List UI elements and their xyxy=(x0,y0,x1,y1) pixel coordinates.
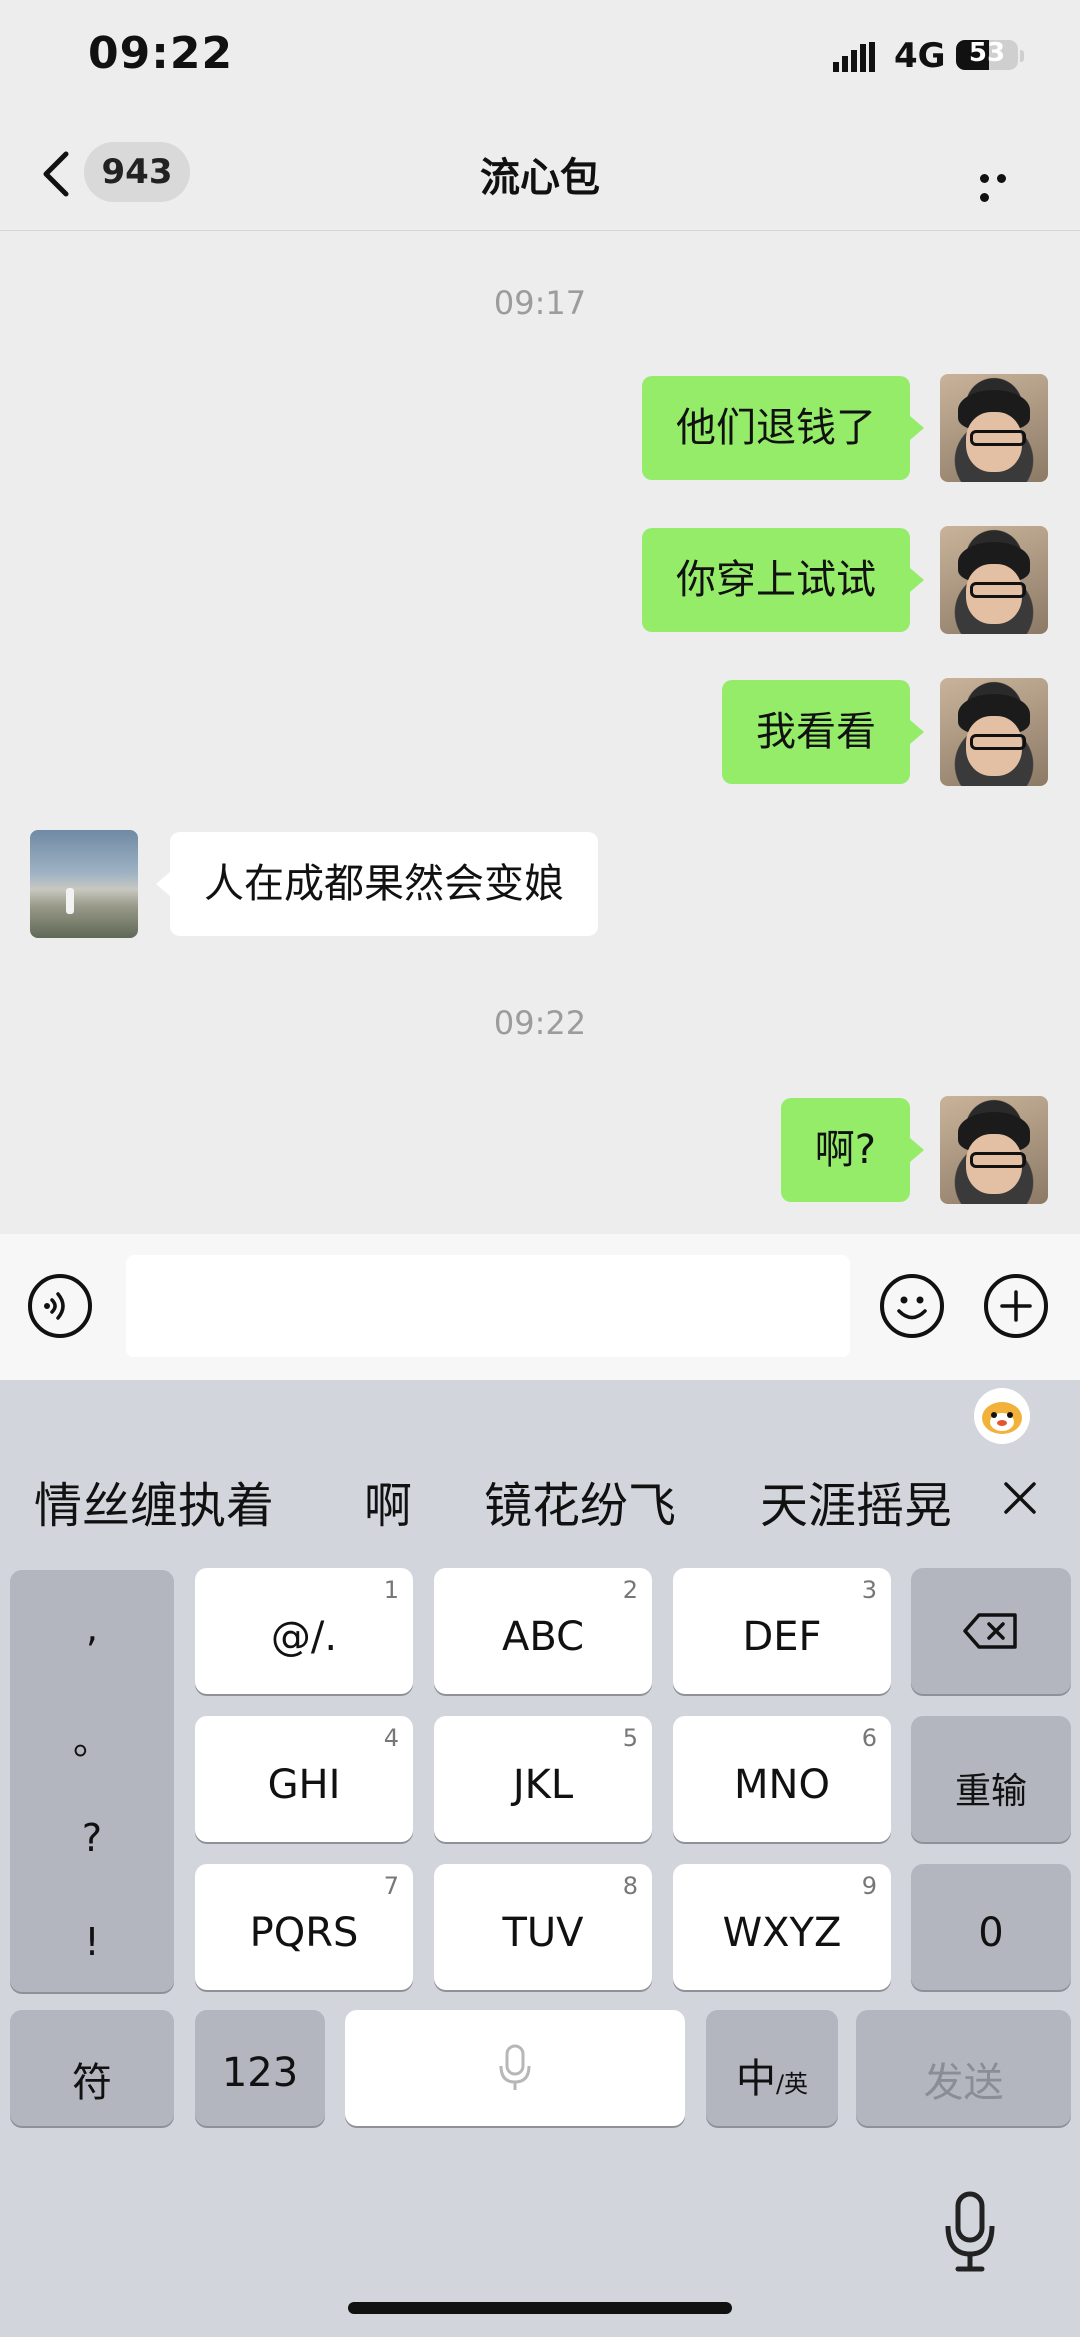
timestamp: 09:17 xyxy=(493,284,587,322)
message-bubble-incoming[interactable]: 人在成都果然会变娘 xyxy=(170,832,598,936)
message-input[interactable] xyxy=(126,1255,850,1357)
close-icon[interactable] xyxy=(1000,1478,1040,1518)
battery-level: 53 xyxy=(968,40,1006,68)
timestamp: 09:22 xyxy=(493,1004,587,1042)
key-label: DEF xyxy=(742,1614,822,1660)
lang-main: 中 xyxy=(735,2056,776,2102)
punct-key[interactable]: ! xyxy=(10,1920,174,1964)
key-3[interactable]: 3 DEF xyxy=(673,1568,891,1694)
key-label: 123 xyxy=(221,2050,299,2096)
key-4[interactable]: 4 GHI xyxy=(195,1716,413,1842)
avatar[interactable] xyxy=(940,374,1048,482)
key-label: WXYZ xyxy=(722,1910,842,1956)
key-8[interactable]: 8 TUV xyxy=(434,1864,652,1990)
punct-key[interactable]: ? xyxy=(10,1816,174,1860)
key-number: 6 xyxy=(861,1724,877,1752)
space-key[interactable] xyxy=(345,2010,685,2126)
bubble-tail xyxy=(910,568,924,592)
network-type: 4G xyxy=(894,36,946,76)
candidate-word[interactable]: 情丝缠执着 xyxy=(34,1466,274,1536)
candidate-word[interactable]: 天涯摇晃 xyxy=(760,1466,952,1536)
key-label: TUV xyxy=(502,1910,584,1956)
key-number: 4 xyxy=(383,1724,399,1752)
message-bubble-outgoing[interactable]: 啊? xyxy=(780,1098,910,1202)
message-bubble-outgoing[interactable]: 你穿上试试 xyxy=(642,528,910,632)
key-label: 0 xyxy=(978,1910,1004,1956)
key-7[interactable]: 7 PQRS xyxy=(195,1864,413,1990)
bubble-tail xyxy=(910,720,924,744)
language-toggle-key[interactable]: 中/英 xyxy=(706,2010,838,2126)
key-label: MNO xyxy=(734,1762,830,1808)
key-number: 1 xyxy=(383,1576,399,1604)
reinput-key[interactable]: 重输 xyxy=(911,1716,1071,1842)
key-9[interactable]: 9 WXYZ xyxy=(673,1864,891,1990)
battery-tip xyxy=(1020,50,1024,62)
backspace-key[interactable] xyxy=(911,1568,1071,1694)
key-label: @/. xyxy=(270,1614,338,1660)
ime-mascot-icon[interactable] xyxy=(974,1388,1030,1444)
key-number: 5 xyxy=(622,1724,638,1752)
symbols-key[interactable]: 符 xyxy=(10,2010,174,2126)
battery-icon: 53 xyxy=(956,40,1018,70)
avatar[interactable] xyxy=(940,1096,1048,1204)
numbers-key[interactable]: 123 xyxy=(195,2010,325,2126)
key-6[interactable]: 6 MNO xyxy=(673,1716,891,1842)
microphone-icon[interactable] xyxy=(940,2190,1000,2274)
key-label: GHI xyxy=(267,1762,341,1808)
key-2[interactable]: 2 ABC xyxy=(434,1568,652,1694)
voice-icon[interactable] xyxy=(28,1274,92,1338)
emoji-icon[interactable] xyxy=(880,1274,944,1338)
more-dots-icon[interactable] xyxy=(980,168,1030,202)
avatar[interactable] xyxy=(30,830,138,938)
candidate-word[interactable]: 镜花纷飞 xyxy=(484,1466,676,1536)
send-key[interactable]: 发送 xyxy=(856,2010,1071,2126)
key-number: 8 xyxy=(622,1872,638,1900)
key-number: 3 xyxy=(861,1576,877,1604)
key-number: 7 xyxy=(383,1872,399,1900)
key-1[interactable]: 1 @/. xyxy=(195,1568,413,1694)
signal-icon xyxy=(833,42,875,72)
key-label: 发送 xyxy=(923,2060,1004,2106)
lang-sub: /英 xyxy=(775,2070,809,2098)
key-label: 重输 xyxy=(954,1771,1027,1812)
message-bubble-outgoing[interactable]: 他们退钱了 xyxy=(642,376,910,480)
bubble-tail xyxy=(156,872,170,896)
key-label: 符 xyxy=(72,2060,112,2106)
avatar[interactable] xyxy=(940,526,1048,634)
key-label: PQRS xyxy=(249,1910,359,1956)
avatar[interactable] xyxy=(940,678,1048,786)
bubble-tail xyxy=(910,1138,924,1162)
key-5[interactable]: 5 JKL xyxy=(434,1716,652,1842)
punct-key[interactable]: 。 xyxy=(10,1710,174,1765)
message-bubble-outgoing[interactable]: 我看看 xyxy=(722,680,910,784)
backspace-icon xyxy=(963,1613,1017,1649)
punct-key[interactable]: , xyxy=(10,1606,174,1650)
key-label: JKL xyxy=(512,1762,574,1808)
home-indicator[interactable] xyxy=(348,2302,732,2314)
microphone-icon xyxy=(499,2044,531,2090)
key-label: ABC xyxy=(501,1614,585,1660)
bubble-tail xyxy=(910,416,924,440)
key-number: 2 xyxy=(622,1576,638,1604)
punctuation-column[interactable]: , 。 ? ! xyxy=(10,1570,174,1992)
plus-icon[interactable] xyxy=(984,1274,1048,1338)
key-number: 9 xyxy=(861,1872,877,1900)
candidate-word[interactable]: 啊 xyxy=(364,1466,412,1536)
zero-key[interactable]: 0 xyxy=(911,1864,1071,1990)
status-time: 09:22 xyxy=(88,28,234,79)
chat-title: 流心包 xyxy=(480,155,600,201)
